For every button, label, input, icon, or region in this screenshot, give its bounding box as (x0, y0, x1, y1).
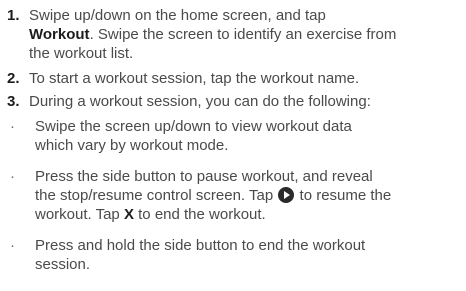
bullet-dot: · (10, 118, 15, 135)
bullet-text-part: the stop/resume control screen. Tap (35, 187, 274, 204)
bullet-text: Press and hold the side button to end th… (35, 236, 462, 274)
step-number: 2. (7, 70, 20, 87)
step-1: 1. Swipe up/down on the home screen, and… (7, 6, 462, 63)
bullet-line: Swipe the screen up/down to view workout… (35, 118, 352, 135)
step-2: 2. To start a workout session, tap the w… (7, 69, 462, 88)
bullet-text: Press the side button to pause workout, … (35, 167, 462, 224)
step-3: 3. During a workout session, you can do … (7, 92, 462, 111)
bullet-line: Press the side button to pause workout, … (35, 168, 373, 185)
bullet-text-part: workout. Tap (35, 206, 120, 223)
x-bold-label: X (123, 206, 134, 223)
play-circle-icon (278, 187, 295, 203)
bullet-dot: · (10, 168, 15, 185)
step-line: Swipe up/down on the home screen, and ta… (29, 7, 326, 24)
bullet-text-part: to resume the (299, 187, 392, 204)
bullet-line: workout. Tap X to end the workout. (35, 205, 462, 224)
step-line: Workout. Swipe the screen to identify an… (29, 25, 462, 44)
bullet-line: which vary by workout mode. (35, 137, 229, 154)
bullet-item-1: · Swipe the screen up/down to view worko… (7, 117, 462, 155)
bullet-line: Press and hold the side button to end th… (35, 237, 366, 254)
bullet-text: Swipe the screen up/down to view workout… (35, 117, 462, 155)
step-number: 1. (7, 7, 20, 24)
bullet-item-3: · Press and hold the side button to end … (7, 236, 462, 274)
bullet-dot: · (10, 237, 15, 254)
step-number: 3. (7, 93, 20, 110)
bullet-line: session. (35, 256, 91, 273)
bullet-item-2: · Press the side button to pause workout… (7, 167, 462, 224)
step-line: the workout list. (29, 45, 134, 62)
bullet-text-part: to end the workout. (138, 206, 266, 223)
bullet-line: the stop/resume control screen. Tap to r… (35, 186, 462, 205)
instruction-page: 1. Swipe up/down on the home screen, and… (0, 0, 466, 291)
workout-bold-label: Workout (29, 26, 90, 43)
step-text-rest: . Swipe the screen to identify an exerci… (89, 26, 397, 43)
step-text: During a workout session, you can do the… (29, 93, 371, 110)
step-text: To start a workout session, tap the work… (29, 70, 360, 87)
step-text: Swipe up/down on the home screen, and ta… (29, 6, 462, 63)
